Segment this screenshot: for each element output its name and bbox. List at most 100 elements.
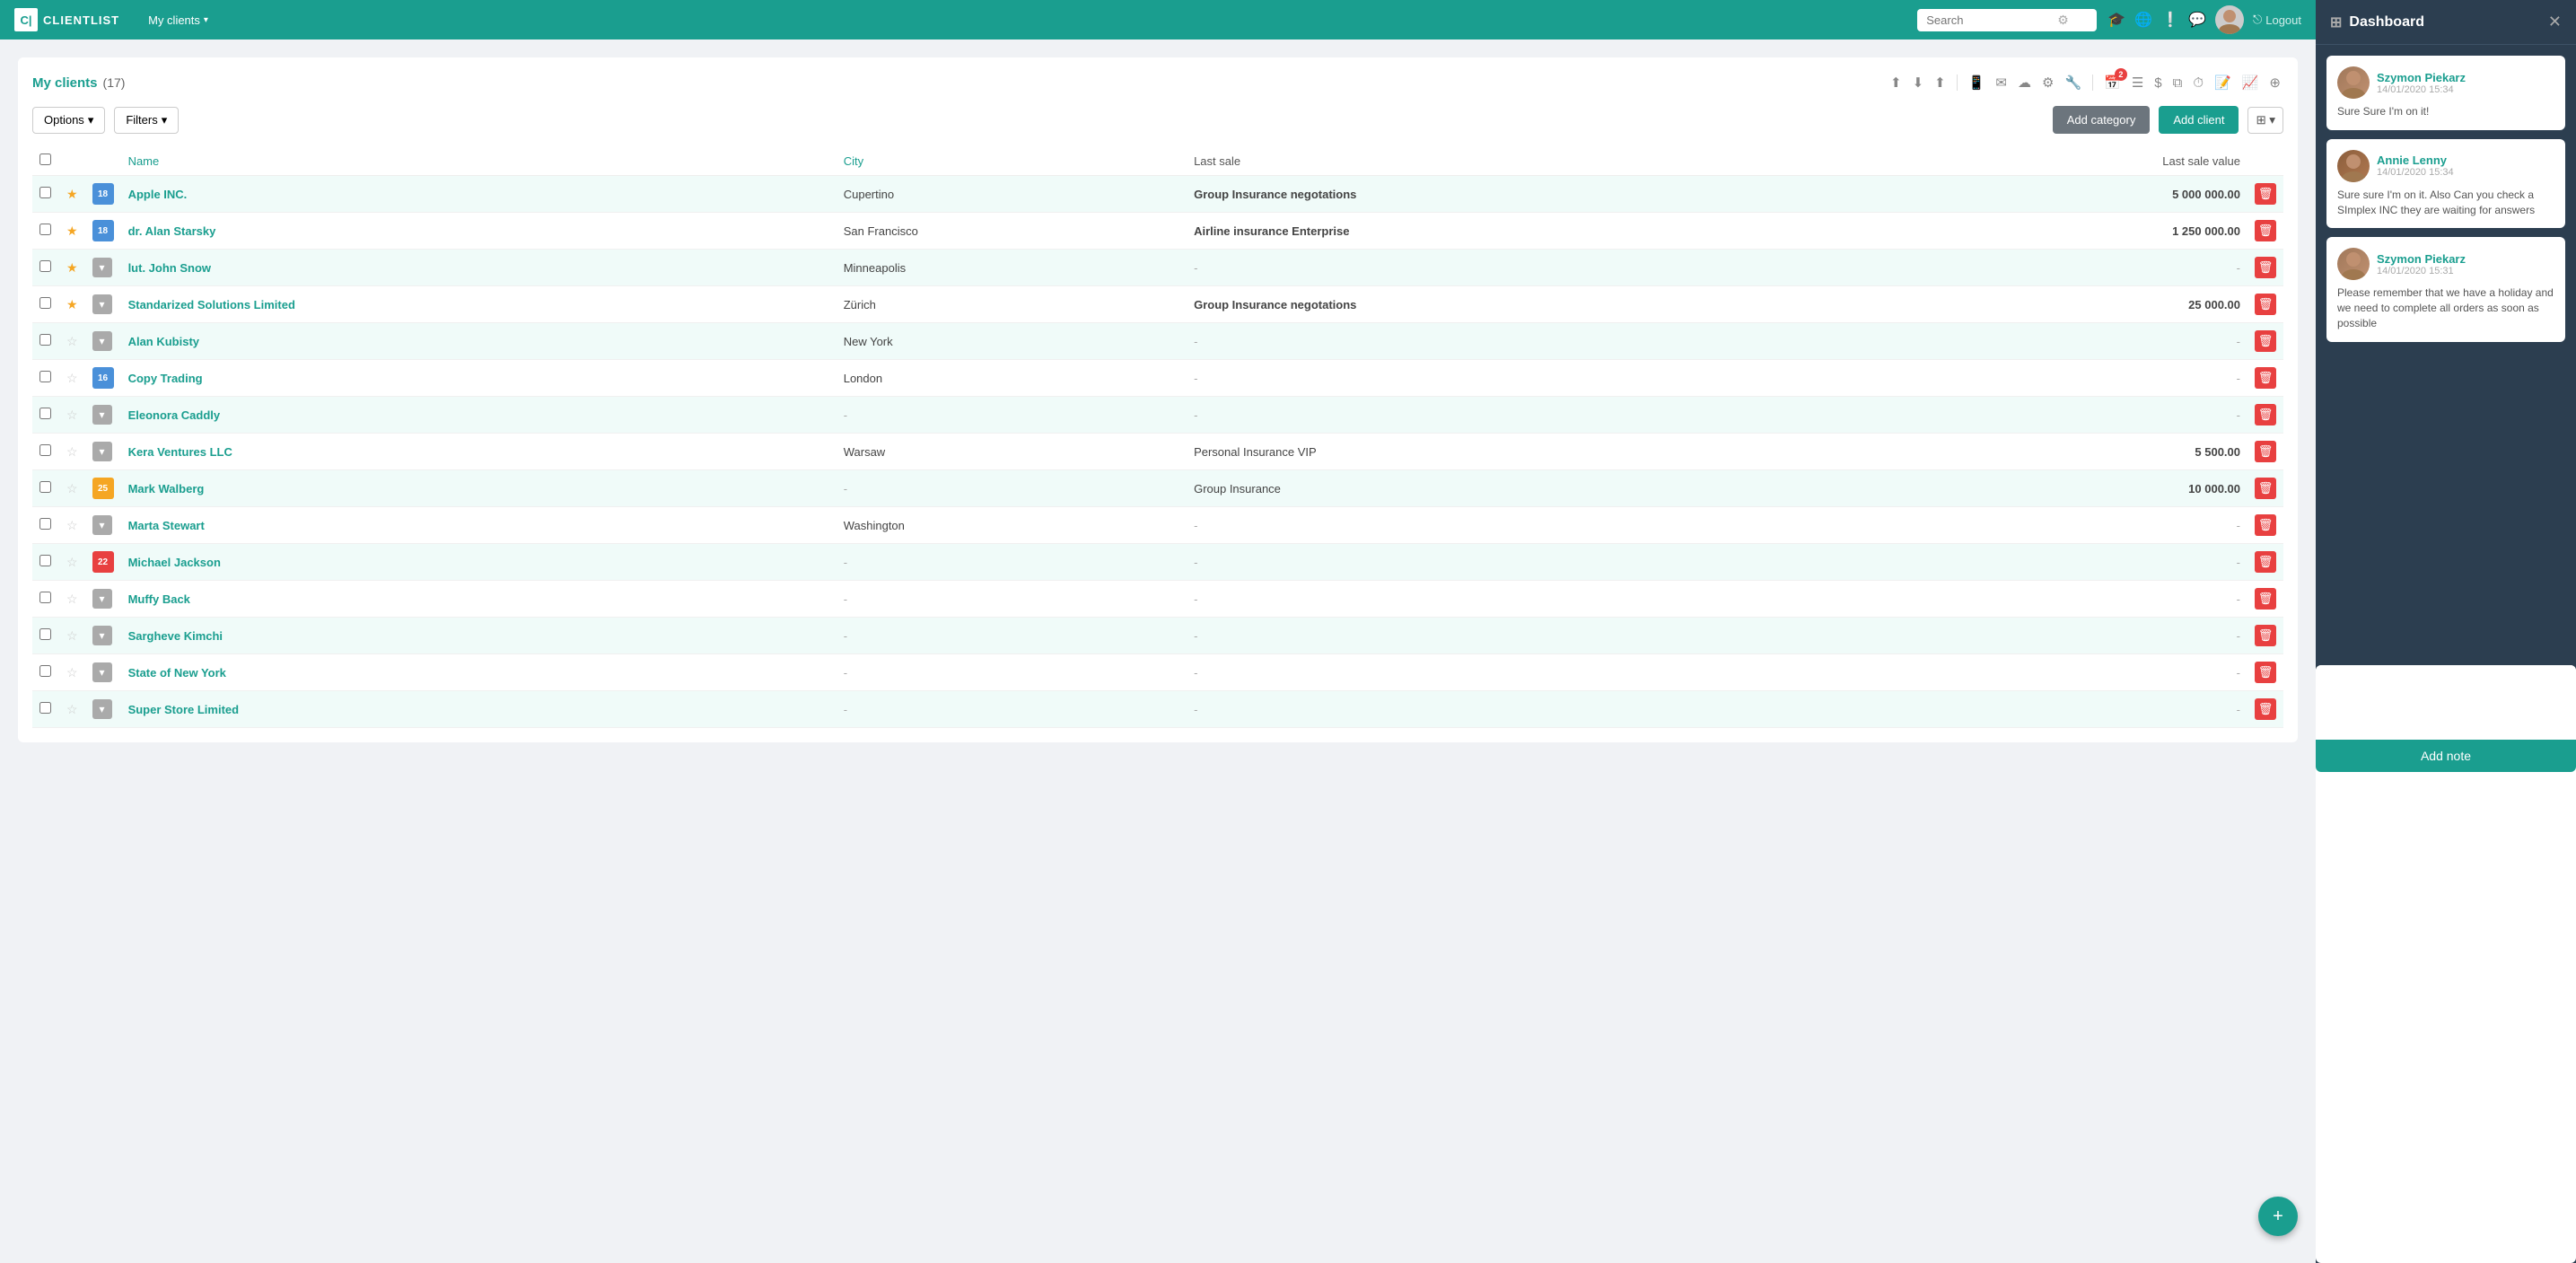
row-checkbox[interactable] [39, 224, 51, 235]
dropdown-icon[interactable]: ▾ [92, 331, 112, 351]
client-name-link[interactable]: Marta Stewart [128, 519, 205, 532]
dropdown-icon[interactable]: ▾ [92, 589, 112, 609]
row-checkbox[interactable] [39, 260, 51, 272]
logout-button[interactable]: ⎋ Logout [2253, 13, 2301, 27]
list-icon[interactable]: ☰ [2129, 72, 2146, 93]
exclamation-icon[interactable]: ❕ [2161, 11, 2179, 29]
delete-button[interactable]: 🗑 [2255, 441, 2276, 462]
delete-button[interactable]: 🗑 [2255, 294, 2276, 315]
column-name[interactable]: Name [121, 146, 837, 176]
star-empty-icon[interactable]: ☆ [66, 555, 78, 569]
star-empty-icon[interactable]: ☆ [66, 518, 78, 532]
select-all-checkbox[interactable] [39, 153, 51, 165]
row-checkbox[interactable] [39, 371, 51, 382]
dropdown-icon[interactable]: ▾ [92, 442, 112, 461]
row-checkbox[interactable] [39, 187, 51, 198]
delete-button[interactable]: 🗑 [2255, 330, 2276, 352]
row-checkbox[interactable] [39, 592, 51, 603]
grid-view-button[interactable]: ⊞ ▾ [2247, 107, 2283, 134]
client-name-link[interactable]: Sargheve Kimchi [128, 629, 223, 643]
delete-button[interactable]: 🗑 [2255, 514, 2276, 536]
add-client-button[interactable]: Add client [2159, 106, 2239, 134]
note-textarea[interactable] [2316, 665, 2576, 737]
graduation-cap-icon[interactable]: 🎓 [2107, 11, 2125, 29]
filters-button[interactable]: Filters ▾ [114, 107, 179, 134]
column-city[interactable]: City [837, 146, 1187, 176]
upload-icon[interactable]: ⬆ [1888, 72, 1905, 93]
download-icon[interactable]: ⬇ [1910, 72, 1927, 93]
dropdown-icon[interactable]: ▾ [92, 258, 112, 277]
dropdown-icon[interactable]: ▾ [92, 626, 112, 645]
calendar-badge[interactable]: 25 [92, 478, 114, 499]
star-filled-icon[interactable]: ★ [66, 187, 78, 201]
client-name-link[interactable]: State of New York [128, 666, 226, 680]
delete-button[interactable]: 🗑 [2255, 257, 2276, 278]
client-name-link[interactable]: Eleonora Caddly [128, 408, 221, 422]
row-checkbox[interactable] [39, 334, 51, 346]
search-input[interactable] [1926, 13, 2052, 27]
star-empty-icon[interactable]: ☆ [66, 628, 78, 643]
star-filled-icon[interactable]: ★ [66, 260, 78, 275]
calendar-badge[interactable]: 16 [92, 367, 114, 389]
star-empty-icon[interactable]: ☆ [66, 481, 78, 496]
fab-button[interactable]: + [2258, 1197, 2298, 1236]
options-button[interactable]: Options ▾ [32, 107, 105, 134]
row-checkbox[interactable] [39, 555, 51, 566]
client-name-link[interactable]: dr. Alan Starsky [128, 224, 216, 238]
client-name-link[interactable]: Super Store Limited [128, 703, 240, 716]
avatar[interactable] [2215, 5, 2244, 34]
brand-logo[interactable]: C| CLIENTLIST [14, 8, 119, 31]
star-empty-icon[interactable]: ☆ [66, 702, 78, 716]
tools-icon[interactable]: 🔧 [2062, 72, 2084, 93]
client-name-link[interactable]: Michael Jackson [128, 556, 221, 569]
row-checkbox[interactable] [39, 481, 51, 493]
gear-icon[interactable]: ⚙ [2057, 13, 2069, 28]
client-name-link[interactable]: Muffy Back [128, 592, 190, 606]
cloud-icon[interactable]: ☁ [2015, 72, 2034, 93]
delete-button[interactable]: 🗑 [2255, 698, 2276, 720]
calendar-icon[interactable]: 📅 2 [2101, 72, 2124, 93]
calendar-badge[interactable]: 18 [92, 183, 114, 205]
delete-button[interactable]: 🗑 [2255, 588, 2276, 610]
dropdown-icon[interactable]: ▾ [92, 662, 112, 682]
chart-icon[interactable]: 📈 [2239, 72, 2262, 93]
export-icon[interactable]: ⬆ [1932, 72, 1949, 93]
settings-icon[interactable]: ⚙ [2039, 72, 2056, 93]
phone-icon[interactable]: 📱 [1966, 72, 1988, 93]
expand-icon[interactable]: ⊕ [2266, 72, 2283, 93]
dropdown-icon[interactable]: ▾ [92, 515, 112, 535]
email-icon[interactable]: ✉ [1993, 72, 2010, 93]
row-checkbox[interactable] [39, 665, 51, 677]
chat-icon[interactable]: 💬 [2188, 11, 2206, 29]
client-name-link[interactable]: Apple INC. [128, 188, 188, 201]
client-name-link[interactable]: Mark Walberg [128, 482, 205, 496]
delete-button[interactable]: 🗑 [2255, 220, 2276, 241]
client-name-link[interactable]: lut. John Snow [128, 261, 211, 275]
client-name-link[interactable]: Alan Kubisty [128, 335, 199, 348]
copy-icon[interactable]: ⧉ [2170, 73, 2186, 93]
globe-icon[interactable]: 🌐 [2134, 11, 2152, 29]
clock-icon[interactable]: ⏱ [2190, 73, 2206, 93]
star-empty-icon[interactable]: ☆ [66, 665, 78, 680]
delete-button[interactable]: 🗑 [2255, 367, 2276, 389]
star-filled-icon[interactable]: ★ [66, 224, 78, 238]
delete-button[interactable]: 🗑 [2255, 183, 2276, 205]
dropdown-icon[interactable]: ▾ [92, 405, 112, 425]
my-clients-menu[interactable]: My clients ▾ [148, 13, 208, 27]
star-empty-icon[interactable]: ☆ [66, 592, 78, 606]
delete-button[interactable]: 🗑 [2255, 551, 2276, 573]
star-empty-icon[interactable]: ☆ [66, 334, 78, 348]
notes-icon[interactable]: 📝 [2212, 72, 2234, 93]
dropdown-icon[interactable]: ▾ [92, 294, 112, 314]
delete-button[interactable]: 🗑 [2255, 662, 2276, 683]
client-name-link[interactable]: Copy Trading [128, 372, 203, 385]
add-category-button[interactable]: Add category [2053, 106, 2151, 134]
star-empty-icon[interactable]: ☆ [66, 371, 78, 385]
row-checkbox[interactable] [39, 628, 51, 640]
client-name-link[interactable]: Standarized Solutions Limited [128, 298, 295, 311]
row-checkbox[interactable] [39, 408, 51, 419]
star-filled-icon[interactable]: ★ [66, 297, 78, 311]
star-empty-icon[interactable]: ☆ [66, 444, 78, 459]
close-icon[interactable]: ✕ [2548, 13, 2562, 31]
client-name-link[interactable]: Kera Ventures LLC [128, 445, 232, 459]
